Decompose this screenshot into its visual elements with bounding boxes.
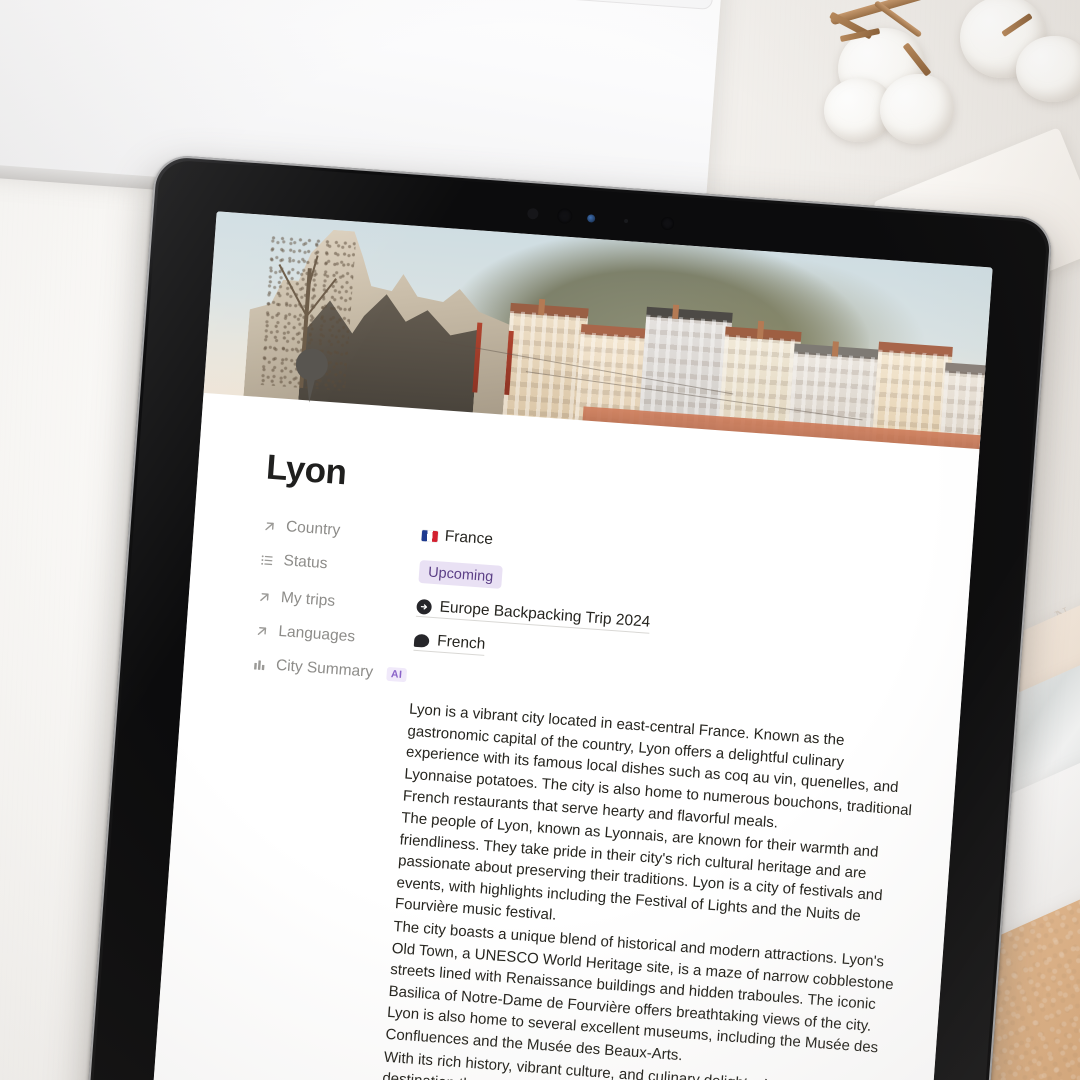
property-label-text: Languages (277, 623, 356, 646)
property-list: Country France Status Upcoming My trips … (251, 514, 931, 721)
notion-page-body: Lyon Country France Status Upcoming My t… (144, 392, 980, 1080)
status-badge: Upcoming (418, 559, 504, 590)
cotton-boll-5 (1016, 36, 1080, 102)
property-label-text: Status (283, 552, 329, 573)
chimney-1 (538, 298, 546, 316)
arrow-right-circle-icon (416, 598, 433, 615)
desk-scene: N (0, 0, 1080, 1080)
property-label-country[interactable]: Country (261, 514, 422, 546)
arrow-up-right-icon (262, 518, 278, 534)
property-value-status[interactable]: Upcoming (418, 559, 504, 590)
chimney-2 (672, 304, 680, 319)
front-camera-icon (556, 208, 573, 225)
property-label-my-trips[interactable]: My trips (256, 585, 417, 617)
map-pin-head (294, 347, 329, 382)
country-value-text: France (444, 527, 494, 549)
property-label-status[interactable]: Status (259, 548, 420, 580)
tree-branch-2 (278, 264, 307, 315)
ai-badge: AI (386, 667, 407, 683)
bar-chart-icon (251, 657, 267, 673)
tablet-device: Lyon Country France Status Upcoming My t… (82, 153, 1054, 1080)
cotton-boll-3 (880, 74, 954, 144)
laptop-trackpad (380, 0, 735, 11)
map-pin-icon (294, 347, 331, 403)
city-summary-text[interactable]: Lyon is a vibrant city located in east-c… (222, 687, 919, 1080)
relation-chip-language[interactable]: French (413, 630, 486, 656)
french-flag-icon (421, 529, 439, 542)
face-id-dot-icon (586, 214, 596, 223)
tablet-bezel: Lyon Country France Status Upcoming My t… (87, 159, 1049, 1080)
ambient-sensor-icon (623, 218, 629, 224)
chimney-3 (756, 320, 765, 340)
arrow-up-right-icon (254, 623, 270, 639)
property-label-text: My trips (280, 589, 336, 611)
tablet-screen: Lyon Country France Status Upcoming My t… (144, 211, 993, 1080)
property-value-languages[interactable]: French (413, 630, 486, 656)
property-label-languages[interactable]: Languages (254, 619, 415, 651)
relation-chip-trip[interactable]: Europe Backpacking Trip 2024 (415, 596, 651, 634)
property-value-country[interactable]: France (421, 526, 494, 549)
property-label-city-summary[interactable]: City Summary AI (251, 653, 412, 685)
language-value-text: French (436, 632, 486, 654)
chimney-4 (831, 341, 839, 357)
speech-bubble-icon (413, 633, 430, 648)
property-value-my-trips[interactable]: Europe Backpacking Trip 2024 (415, 596, 651, 634)
relation-value-text: Europe Backpacking Trip 2024 (439, 598, 651, 631)
property-label-text: City Summary (275, 656, 374, 681)
property-label-text: Country (285, 518, 341, 540)
page-title[interactable]: Lyon (265, 448, 936, 533)
ir-emitter-icon (660, 216, 675, 231)
arrow-up-right-icon (256, 589, 272, 605)
proximity-sensor-icon (526, 207, 539, 220)
list-icon (259, 552, 275, 568)
